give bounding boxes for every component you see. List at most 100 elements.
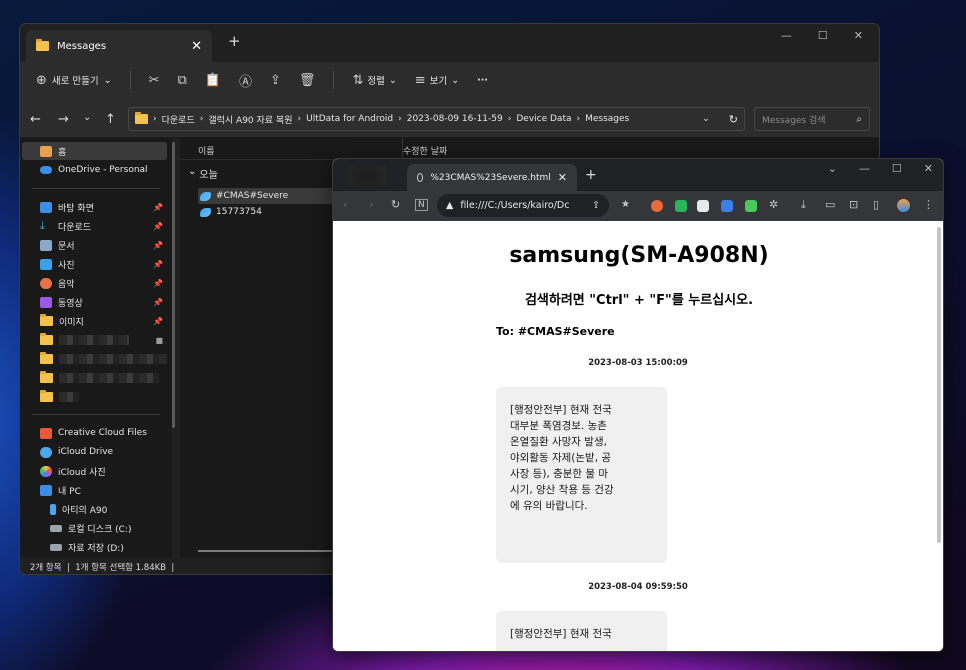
file-row[interactable]: #CMAS#Severe: [198, 188, 348, 204]
maximize-icon[interactable]: ☐: [818, 29, 828, 42]
window-controls: ⌄ — ☐ ✕: [828, 162, 933, 175]
new-tab-button[interactable]: +: [228, 32, 241, 50]
recent-chevron-icon[interactable]: ⌄: [83, 112, 91, 123]
sidebar-item-images[interactable]: 이미지 📌: [22, 312, 167, 330]
browser-toolbar: ‹ › ↻ N ▲ file:///C:/Users/kairo/Dc ⇧ ★ …: [333, 191, 943, 221]
tab-list-chevron-icon[interactable]: ⌄: [828, 162, 837, 175]
breadcrumb-item[interactable]: 다운로드: [162, 113, 195, 126]
sidebar-item-documents[interactable]: 문서 📌: [22, 236, 167, 254]
explorer-tab[interactable]: Messages ✕: [26, 30, 212, 62]
address-dropdown-icon[interactable]: ⌄: [702, 114, 710, 124]
view-list-icon: ≡: [414, 72, 426, 88]
translate-extension-icon[interactable]: [721, 200, 733, 212]
column-header-modified[interactable]: 수정한 날짜: [403, 144, 447, 157]
sidebar-item-creative-cloud[interactable]: Creative Cloud Files: [22, 424, 167, 442]
page-scrollbar[interactable]: [937, 227, 941, 543]
sidebar-item-pictures[interactable]: 사진 📌: [22, 255, 167, 273]
explorer-titlebar: Messages ✕ + — ☐ ✕: [20, 24, 879, 62]
more-options-button[interactable]: ···: [477, 75, 488, 86]
breadcrumb-item[interactable]: UltData for Android: [306, 114, 393, 124]
cast-icon[interactable]: ▭: [825, 198, 835, 211]
horizontal-scrollbar[interactable]: [198, 550, 338, 552]
browser-tab[interactable]: %23CMAS%23Severe.html ✕: [407, 164, 577, 191]
sidebar-item-onedrive[interactable]: OneDrive - Personal: [22, 161, 167, 179]
music-icon: [40, 277, 52, 289]
search-input[interactable]: Messages 검색 ⌕: [754, 107, 870, 131]
url-bar[interactable]: ▲ file:///C:/Users/kairo/Dc ⇧: [437, 194, 609, 217]
tab-search-icon[interactable]: [347, 165, 387, 187]
avatar[interactable]: [897, 199, 910, 212]
sidebar-item-blurred[interactable]: ■: [22, 331, 167, 349]
download-icon[interactable]: ⤓: [801, 198, 806, 212]
screenshot-icon[interactable]: ⊡: [849, 198, 858, 211]
shield-extension-icon[interactable]: [675, 200, 687, 212]
extension-icon[interactable]: [697, 200, 709, 212]
sort-button[interactable]: ⇅ 정렬 ⌄: [352, 73, 396, 88]
refresh-icon[interactable]: ↻: [729, 113, 738, 126]
icloud-icon: [40, 446, 52, 458]
forward-arrow-icon[interactable]: →: [58, 112, 69, 127]
close-icon[interactable]: ✕: [924, 162, 933, 175]
reload-icon[interactable]: ↻: [391, 198, 400, 211]
sidebar-item-label: iCloud Drive: [58, 447, 114, 457]
new-tab-button[interactable]: +: [585, 167, 597, 183]
rename-icon[interactable]: Ⓐ: [239, 71, 252, 90]
sidebar-item-icloud-photos[interactable]: iCloud 사진: [22, 462, 167, 480]
sidebar-item-blurred[interactable]: [22, 350, 167, 368]
sidebar-item-music[interactable]: 음악 📌: [22, 274, 167, 292]
breadcrumb-item[interactable]: Device Data: [516, 114, 571, 124]
close-icon[interactable]: ✕: [854, 29, 863, 42]
share-icon[interactable]: ⇧: [592, 200, 600, 211]
file-row[interactable]: 15773754: [198, 204, 262, 220]
bookmark-star-icon[interactable]: ★: [621, 199, 630, 210]
back-arrow-icon[interactable]: ‹: [343, 198, 347, 211]
reader-mode-icon[interactable]: N: [415, 199, 428, 211]
extension-icon[interactable]: [651, 200, 663, 212]
close-tab-icon[interactable]: ✕: [558, 171, 567, 184]
view-button[interactable]: ≡ 보기 ⌄: [415, 73, 459, 88]
drive-icon: [50, 543, 62, 551]
up-arrow-icon[interactable]: ↑: [105, 112, 116, 127]
sidebar-item-icloud-drive[interactable]: iCloud Drive: [22, 443, 167, 461]
back-arrow-icon[interactable]: ←: [30, 112, 41, 127]
sidebar-item-blurred[interactable]: [22, 369, 167, 387]
sidebar-item-desktop[interactable]: 바탕 화면 📌: [22, 198, 167, 216]
close-tab-icon[interactable]: ✕: [191, 39, 202, 54]
extensions-puzzle-icon[interactable]: ✲: [769, 198, 778, 211]
desktop-icon: [40, 201, 52, 213]
forward-arrow-icon[interactable]: ›: [369, 198, 373, 211]
sidebar-item-home[interactable]: 홈: [22, 142, 167, 160]
sidebar-icon[interactable]: ▯: [873, 198, 879, 211]
sidebar-item-label: 내 PC: [58, 486, 81, 497]
copy-icon[interactable]: ⧉: [178, 73, 187, 88]
sidebar-item-videos[interactable]: 동영상 📌: [22, 293, 167, 311]
new-button[interactable]: ⊕ 새로 만들기 ⌄: [36, 73, 112, 88]
minimize-icon[interactable]: —: [859, 162, 870, 175]
share-icon[interactable]: ⇪: [270, 73, 281, 88]
sidebar-item-phone[interactable]: 아티의 A90: [22, 500, 167, 518]
chevron-down-icon: ⌄: [451, 74, 460, 86]
cloud-icon: [40, 166, 52, 174]
delete-icon[interactable]: 🗑: [299, 73, 316, 88]
chevron-down-icon: ⌄: [103, 74, 112, 86]
maximize-icon[interactable]: ☐: [892, 162, 902, 175]
group-header[interactable]: ⌄ 오늘: [188, 166, 218, 181]
cut-icon[interactable]: ✂: [149, 73, 160, 88]
breadcrumb-item[interactable]: 2023-08-09 16-11-59: [407, 114, 503, 124]
breadcrumb-item[interactable]: Messages: [585, 114, 629, 124]
menu-kebab-icon[interactable]: ⋮: [923, 198, 934, 211]
address-bar[interactable]: › 다운로드 › 갤럭시 A90 자료 복원 › UltData for Andro…: [128, 107, 745, 131]
minimize-icon[interactable]: —: [781, 29, 792, 42]
sidebar-item-label: 바탕 화면: [58, 203, 94, 214]
sidebar-item-blurred[interactable]: [22, 388, 167, 406]
column-header-name[interactable]: 이름: [198, 144, 215, 157]
pane-scrollbar[interactable]: [172, 142, 175, 428]
sidebar-item-label: 로컬 디스크 (C:): [68, 524, 132, 535]
breadcrumb-item[interactable]: 갤럭시 A90 자료 복원: [208, 113, 292, 126]
sidebar-item-this-pc[interactable]: 내 PC: [22, 481, 167, 499]
sidebar-item-drive-d[interactable]: 자료 저장 (D:): [22, 538, 167, 556]
sidebar-item-downloads[interactable]: ⤓ 다운로드 📌: [22, 217, 167, 235]
sidebar-item-drive-c[interactable]: 로컬 디스크 (C:): [22, 519, 167, 537]
paste-icon[interactable]: 📋: [205, 73, 221, 88]
extension-icon[interactable]: [745, 200, 757, 212]
